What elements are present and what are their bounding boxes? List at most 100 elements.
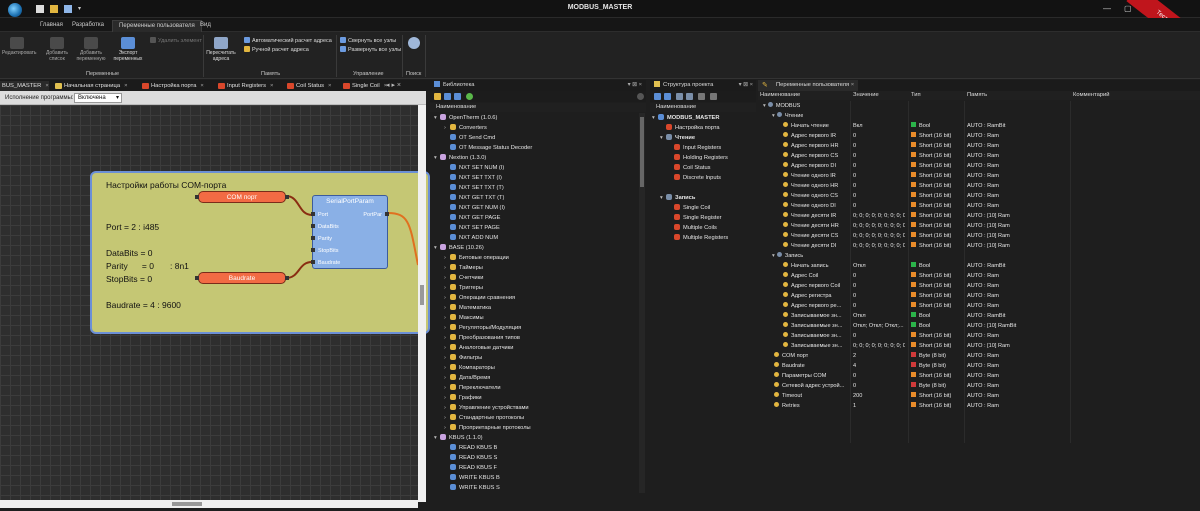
expand-icon[interactable] — [664, 93, 671, 100]
tab-user-variables-pane[interactable]: Переменные пользователя × — [772, 80, 859, 91]
variable-row[interactable]: Адрес первого Coil 0 Short (16 bit) AUTO : … — [759, 281, 1200, 291]
close-icon[interactable]: × — [851, 82, 854, 88]
variable-memory[interactable]: AUTO : Ram — [967, 171, 1063, 181]
library-scrollbar[interactable] — [639, 113, 645, 493]
variable-value[interactable]: 0 — [853, 381, 905, 391]
pane-options-icon[interactable]: ▾ ⊠ × — [628, 80, 642, 91]
variable-row[interactable]: Записываемые зн... Откл; Откл; Откл;... Bo… — [759, 321, 1200, 331]
variable-type-cell[interactable]: Short (16 bit) — [911, 271, 967, 281]
variable-memory[interactable]: AUTO : [10] RamBit — [967, 321, 1063, 331]
collapse-icon[interactable] — [444, 93, 451, 100]
variable-type-cell[interactable]: Short (16 bit) — [911, 211, 967, 221]
library-item[interactable]: › Управление устройствами — [434, 403, 638, 413]
com-port-block[interactable]: COM порт — [195, 191, 289, 203]
variable-type-cell[interactable]: Short (16 bit) — [911, 131, 967, 141]
structure-item[interactable]: Holding Registers — [652, 153, 754, 163]
library-item[interactable]: WRITE KBUS B — [434, 473, 638, 483]
variable-value[interactable]: 0; 0; 0; 0; 0; 0; 0; 0; 0; 0 — [853, 241, 905, 251]
structure-item[interactable]: Discrete Inputs — [652, 173, 754, 183]
variable-row[interactable]: Адрес первого IR 0 Short (16 bit) AUTO : Ra… — [759, 131, 1200, 141]
doc-tab-coil-status[interactable]: Coil Status × — [286, 81, 331, 91]
structure-item[interactable]: Multiple Registers — [652, 233, 754, 243]
variable-type-cell[interactable]: Short (16 bit) — [911, 401, 967, 411]
doc-tab-bus-master[interactable]: BUS_MASTER × — [0, 81, 49, 91]
doc-tab-input-registers[interactable]: Input Registers × — [217, 81, 273, 91]
variable-type-cell[interactable]: Short (16 bit) — [911, 301, 967, 311]
variable-row[interactable]: Адрес Coil 0 Short (16 bit) AUTO : Ram — [759, 271, 1200, 281]
doc-tab-start-page[interactable]: Начальная страница × — [54, 81, 127, 91]
variable-memory[interactable]: AUTO : Ram — [967, 371, 1063, 381]
auto-address-button[interactable]: Автоматический расчет адреса — [244, 37, 332, 45]
library-item[interactable]: NXT GET NUM (I) — [434, 203, 638, 213]
collapse-icon[interactable] — [654, 93, 661, 100]
col-comment[interactable]: Комментарий — [1073, 91, 1110, 100]
variable-value[interactable]: 0 — [853, 281, 905, 291]
chevron-down-icon[interactable]: ▾ — [772, 253, 775, 259]
variable-value[interactable]: 2 — [853, 351, 905, 361]
variable-type-cell[interactable]: Short (16 bit) — [911, 281, 967, 291]
variable-type-cell[interactable]: Short (16 bit) — [911, 171, 967, 181]
tab-scroll-icon[interactable]: ◂ ▸ × — [386, 81, 401, 89]
variable-row[interactable]: Записываемые зн... 0; 0; 0; 0; 0; 0; 0; 0… — [759, 341, 1200, 351]
variable-memory[interactable]: AUTO : RamBit — [967, 261, 1063, 271]
variable-type-cell[interactable]: Short (16 bit) — [911, 291, 967, 301]
library-item[interactable]: › Фильтры — [434, 353, 638, 363]
col-name[interactable]: Наименование — [760, 91, 800, 100]
structure-item[interactable]: ▾ MODBUS_MASTER — [652, 113, 754, 123]
variable-row[interactable]: Чтение десяти DI 0; 0; 0; 0; 0; 0; 0; 0; … — [759, 241, 1200, 251]
manual-address-button[interactable]: Ручной расчет адреса — [244, 46, 309, 54]
library-item[interactable]: NXT GET TXT (T) — [434, 193, 638, 203]
variable-row[interactable]: Параметры COM 0 Short (16 bit) AUTO : Ram — [759, 371, 1200, 381]
variable-type-cell[interactable]: Bool — [911, 311, 967, 321]
close-icon[interactable]: × — [200, 83, 203, 89]
variable-value[interactable]: Вкл — [853, 121, 905, 131]
variable-type-cell[interactable]: Short (16 bit) — [911, 331, 967, 341]
add-program-icon[interactable] — [676, 93, 683, 100]
variable-type-cell[interactable]: Short (16 bit) — [911, 181, 967, 191]
input-port-stopbits[interactable]: StopBits — [311, 248, 338, 254]
variable-memory[interactable]: AUTO : Ram — [967, 381, 1063, 391]
library-item[interactable]: ▾ BASE (10.26) — [434, 243, 638, 253]
variable-row[interactable]: ▾ Чтение — [759, 111, 1200, 121]
folder-icon[interactable] — [434, 93, 441, 100]
variable-value[interactable]: 0 — [853, 171, 905, 181]
variable-type-cell[interactable]: Short (16 bit) — [911, 391, 967, 401]
tab-user-variables[interactable]: Переменные пользователя — [112, 20, 202, 32]
input-port-parity[interactable]: Parity — [311, 236, 332, 242]
variable-memory[interactable]: AUTO : RamBit — [967, 121, 1063, 131]
variable-row[interactable]: Чтение одного HR 0 Short (16 bit) AUTO : Ra… — [759, 181, 1200, 191]
variable-row[interactable]: Начать запись Откл Bool AUTO : RamBit — [759, 261, 1200, 271]
output-port-portpar[interactable]: PortPar — [363, 212, 389, 218]
variable-memory[interactable]: AUTO : Ram — [967, 271, 1063, 281]
variable-memory[interactable]: AUTO : Ram — [967, 391, 1063, 401]
library-item[interactable]: NXT ADD NUM — [434, 233, 638, 243]
library-item[interactable]: NXT SET PAGE — [434, 223, 638, 233]
serial-port-param-block[interactable]: SerialPortParam Port DataBits Parity Sto… — [311, 195, 389, 269]
copy-icon[interactable] — [698, 93, 705, 100]
col-type[interactable]: Тип — [911, 91, 921, 100]
col-memory[interactable]: Память — [967, 91, 987, 100]
close-icon[interactable]: × — [328, 83, 331, 89]
structure-item[interactable]: Single Register — [652, 213, 754, 223]
add-folder-icon[interactable] — [686, 93, 693, 100]
variable-type-cell[interactable]: Short (16 bit) — [911, 141, 967, 151]
baudrate-block[interactable]: Baudrate — [195, 272, 289, 284]
library-item[interactable]: ▾ OpenTherm (1.0.6) — [434, 113, 638, 123]
variable-type-cell[interactable]: Short (16 bit) — [911, 231, 967, 241]
delete-icon[interactable] — [710, 93, 717, 100]
variable-memory[interactable]: AUTO : RamBit — [967, 311, 1063, 321]
variable-row[interactable]: ▾ MODBUS — [759, 101, 1200, 111]
variable-value[interactable]: 0; 0; 0; 0; 0; 0; 0; 0; 0; 0 — [853, 341, 905, 351]
variable-memory[interactable]: AUTO : Ram — [967, 301, 1063, 311]
library-item[interactable]: › Графики — [434, 393, 638, 403]
variable-value[interactable]: 0 — [853, 161, 905, 171]
library-item[interactable]: NXT SET NUM (I) — [434, 163, 638, 173]
variable-memory[interactable]: AUTO : Ram — [967, 281, 1063, 291]
library-item[interactable]: NXT SET TXT (I) — [434, 173, 638, 183]
editor-vertical-scrollbar[interactable] — [418, 105, 426, 502]
variable-row[interactable]: Адрес первого HR 0 Short (16 bit) AUTO : Ra… — [759, 141, 1200, 151]
close-icon[interactable]: × — [270, 83, 273, 89]
variable-memory[interactable]: AUTO : Ram — [967, 291, 1063, 301]
add-list-button[interactable]: Добавить список — [42, 37, 72, 62]
library-item[interactable]: NXT GET PAGE — [434, 213, 638, 223]
